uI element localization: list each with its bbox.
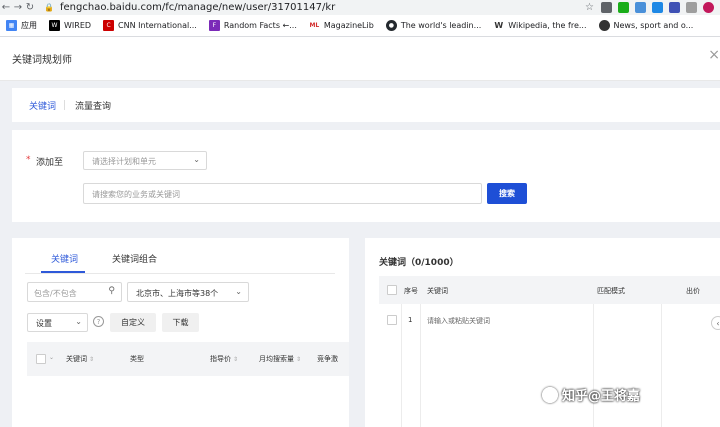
back-arrow-icon[interactable]: ← bbox=[0, 0, 12, 15]
extension-icons: ☆ bbox=[584, 2, 714, 13]
tab-traffic-query[interactable]: 流量查询 bbox=[75, 99, 111, 112]
column-header-type[interactable]: 类型 bbox=[130, 354, 144, 364]
ext-grid-icon[interactable] bbox=[669, 2, 680, 13]
plan-unit-placeholder: 请选择计划和单元 bbox=[92, 157, 156, 166]
tab-keywords-list[interactable]: 关键词 bbox=[51, 252, 78, 265]
column-header-match-mode: 匹配模式 bbox=[597, 287, 625, 295]
app-header: 关键词规划师 × bbox=[0, 37, 720, 81]
required-mark: * bbox=[26, 155, 31, 165]
browser-address-bar: ← → ↻ 🔒 fengchao.baidu.com/fc/manage/new… bbox=[0, 0, 720, 15]
column-header-monthly-search[interactable]: 月均搜索量 ⇕ bbox=[259, 354, 301, 364]
chevron-down-icon[interactable]: ⌄ bbox=[49, 354, 54, 361]
help-icon[interactable]: ? bbox=[93, 316, 104, 327]
bookmark-label: CNN International... bbox=[118, 21, 197, 30]
column-header-index: 序号 bbox=[404, 287, 418, 295]
column-divider bbox=[401, 304, 402, 427]
bookmark-label: 应用 bbox=[21, 21, 37, 30]
chevron-down-icon: ⌄ bbox=[75, 317, 82, 326]
bookmark-label: WIRED bbox=[64, 21, 92, 30]
magazinelib-favicon-icon: ML bbox=[308, 20, 320, 31]
bbc-favicon-icon bbox=[598, 20, 610, 31]
chevron-down-icon: ⌄ bbox=[193, 155, 200, 164]
column-header-competition[interactable]: 竞争激 bbox=[317, 354, 338, 364]
settings-select[interactable]: 设置 ⌄ bbox=[27, 313, 88, 332]
keyword-results-panel: 关键词 关键词组合 包含/不包含 ⚲ 北京市、上海市等38个 ⌄ 设置 ⌄ ? … bbox=[12, 238, 349, 427]
bookmark-random-facts[interactable]: F Random Facts ←... bbox=[208, 20, 297, 31]
wired-favicon-icon: W bbox=[49, 20, 60, 31]
row-index: 1 bbox=[408, 316, 413, 324]
download-button[interactable]: 下载 bbox=[162, 313, 199, 332]
tab-keyword-combos[interactable]: 关键词组合 bbox=[112, 252, 157, 265]
keyword-search-input[interactable]: 请搜索您的业务或关键词 bbox=[83, 183, 482, 204]
column-header-guide-price[interactable]: 指导价 ⇕ bbox=[210, 354, 238, 364]
column-header-bid: 出价 bbox=[686, 287, 700, 295]
collapse-arrow-icon[interactable]: ‹ bbox=[711, 316, 720, 330]
search-icon[interactable]: ⚲ bbox=[108, 286, 115, 296]
forward-arrow-icon[interactable]: → bbox=[12, 0, 24, 15]
row-checkbox[interactable] bbox=[387, 315, 397, 325]
evernote-icon[interactable] bbox=[618, 2, 629, 13]
apps-grid-icon: ▦ bbox=[6, 20, 17, 31]
tab-keywords[interactable]: 关键词 bbox=[29, 99, 56, 112]
lock-icon[interactable]: 🔒 bbox=[44, 3, 54, 13]
ext-gray-icon[interactable] bbox=[686, 2, 697, 13]
page-title: 关键词规划师 bbox=[12, 55, 72, 66]
bookmark-label: Wikipedia, the fre... bbox=[508, 21, 587, 30]
bookmark-label: MagazineLib bbox=[323, 21, 374, 30]
keyword-entry-input[interactable]: 请输入或粘贴关键词 bbox=[427, 316, 490, 326]
customize-button[interactable]: 自定义 bbox=[110, 313, 156, 332]
bookmark-github[interactable]: ● The world's leadin... bbox=[385, 20, 482, 31]
random-facts-favicon-icon: F bbox=[208, 20, 220, 31]
translate-icon[interactable] bbox=[635, 2, 646, 13]
bookmark-magazinelib[interactable]: ML MagazineLib bbox=[308, 20, 374, 31]
extension-icon[interactable] bbox=[601, 2, 612, 13]
bookmark-wikipedia[interactable]: W Wikipedia, the fre... bbox=[493, 20, 587, 31]
bookmark-cnn[interactable]: C CNN International... bbox=[103, 20, 197, 31]
url-text[interactable]: fengchao.baidu.com/fc/manage/new/user/31… bbox=[60, 2, 335, 13]
bookmark-label: The world's leadin... bbox=[400, 21, 482, 30]
include-exclude-input[interactable]: 包含/不包含 ⚲ bbox=[27, 282, 122, 302]
github-favicon-icon: ● bbox=[385, 20, 397, 31]
tab-divider bbox=[64, 100, 65, 110]
search-placeholder: 请搜索您的业务或关键词 bbox=[92, 190, 180, 199]
column-header-keyword[interactable]: 关键词 ⇕ bbox=[66, 354, 94, 364]
keyword-table-header: ⌄ 关键词 ⇕ 类型 指导价 ⇕ 月均搜索量 ⇕ 竞争激 bbox=[27, 342, 349, 376]
bookmark-star-icon[interactable]: ☆ bbox=[584, 2, 595, 13]
watermark: 知乎@王将嘉 bbox=[542, 385, 640, 404]
watermark-text: 知乎@王将嘉 bbox=[562, 389, 641, 404]
tab-divider-line bbox=[25, 273, 335, 274]
ext-blue-icon[interactable] bbox=[652, 2, 663, 13]
wikipedia-favicon-icon: W bbox=[493, 20, 505, 31]
bookmark-bbc[interactable]: News, sport and o... bbox=[598, 20, 694, 31]
search-form: * 添加至 请选择计划和单元 ⌄ 请搜索您的业务或关键词 搜索 bbox=[12, 130, 720, 222]
add-to-label: 添加至 bbox=[36, 158, 64, 168]
column-header-keyword: 关键词 bbox=[427, 287, 448, 295]
bookmark-apps[interactable]: ▦ 应用 bbox=[6, 20, 37, 31]
bookmark-wired[interactable]: W WIRED bbox=[49, 20, 91, 31]
chevron-down-icon: ⌄ bbox=[235, 287, 242, 296]
search-button[interactable]: 搜索 bbox=[487, 183, 527, 204]
settings-value: 设置 bbox=[36, 319, 52, 328]
column-divider bbox=[661, 304, 662, 427]
region-select[interactable]: 北京市、上海市等38个 ⌄ bbox=[127, 282, 249, 302]
selected-keywords-title: 关键词（0/1000） bbox=[379, 258, 459, 268]
close-icon[interactable]: × bbox=[708, 47, 720, 63]
plan-unit-select[interactable]: 请选择计划和单元 ⌄ bbox=[83, 151, 207, 170]
zhihu-logo-icon bbox=[542, 386, 558, 403]
bookmark-label: Random Facts ←... bbox=[223, 21, 297, 30]
reload-icon[interactable]: ↻ bbox=[24, 0, 36, 15]
column-divider bbox=[593, 304, 594, 427]
main-tabs: 关键词 流量查询 bbox=[12, 88, 720, 122]
bookmarks-bar: ▦ 应用 W WIRED C CNN International... F Ra… bbox=[0, 15, 720, 37]
select-all-checkbox[interactable] bbox=[387, 285, 397, 295]
cnn-favicon-icon: C bbox=[103, 20, 115, 31]
select-all-checkbox[interactable] bbox=[36, 354, 46, 364]
table-row: 1 请输入或粘贴关键词 bbox=[379, 304, 720, 427]
selected-table-header: 序号 关键词 匹配模式 出价 bbox=[379, 276, 720, 304]
bookmark-label: News, sport and o... bbox=[613, 21, 694, 30]
profile-avatar-icon[interactable] bbox=[703, 2, 714, 13]
include-exclude-placeholder: 包含/不包含 bbox=[34, 289, 77, 298]
region-value: 北京市、上海市等38个 bbox=[136, 289, 219, 298]
column-divider bbox=[420, 304, 421, 427]
